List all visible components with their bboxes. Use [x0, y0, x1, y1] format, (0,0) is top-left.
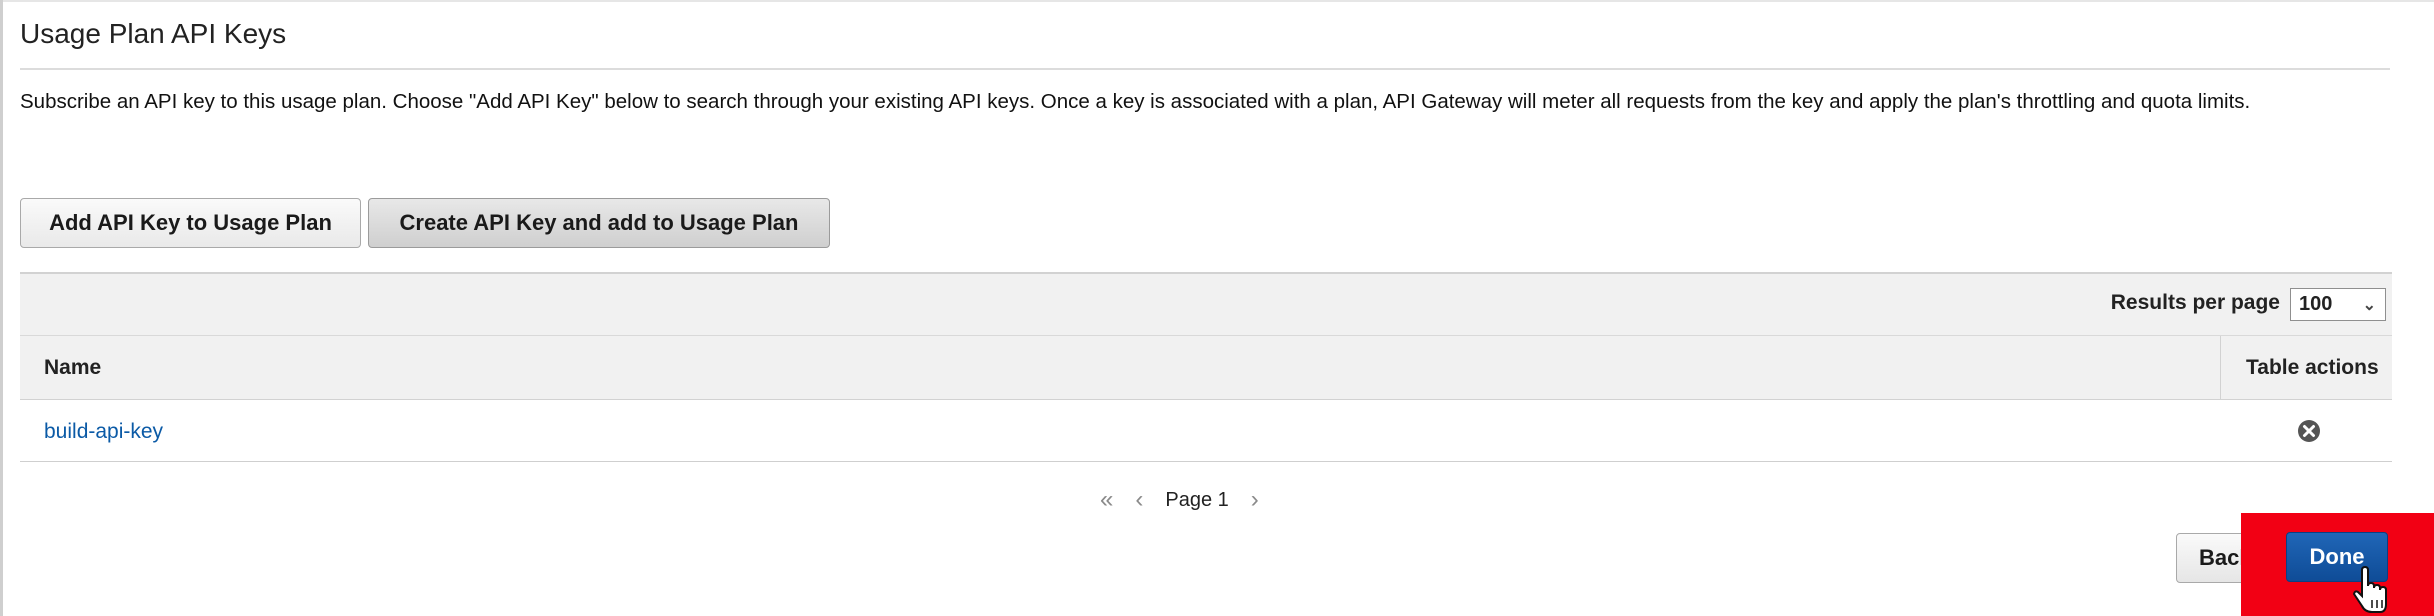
column-divider — [2220, 336, 2221, 400]
add-api-key-button[interactable]: Add API Key to Usage Plan — [20, 198, 361, 248]
table-row: build-api-key — [20, 400, 2392, 462]
left-border — [0, 0, 3, 616]
page-indicator: Page 1 — [1165, 488, 1229, 511]
column-header-name[interactable]: Name — [44, 356, 101, 380]
hand-cursor-icon — [2352, 566, 2387, 613]
next-page-icon[interactable]: › — [1251, 486, 1259, 514]
pagination: « ‹ Page 1 › — [1100, 482, 1259, 518]
previous-page-icon[interactable]: ‹ — [1135, 486, 1143, 514]
section-title: Usage Plan API Keys — [20, 18, 287, 49]
api-keys-table: Results per page 100 ⌄ Name Table action… — [20, 272, 2392, 462]
chevron-down-icon: ⌄ — [2362, 297, 2376, 314]
table-header: Name Table actions — [20, 336, 2392, 400]
results-per-page-value: 100 — [2299, 293, 2333, 315]
create-api-key-button[interactable]: Create API Key and add to Usage Plan — [368, 198, 830, 248]
table-toolbar: Results per page 100 ⌄ — [20, 272, 2392, 336]
api-key-link[interactable]: build-api-key — [44, 420, 163, 444]
title-divider — [20, 68, 2390, 70]
remove-circle-icon[interactable] — [2296, 418, 2322, 444]
section-description: Subscribe an API key to this usage plan.… — [20, 90, 2251, 113]
top-border — [0, 0, 2434, 2]
results-per-page-select[interactable]: 100 ⌄ — [2290, 288, 2386, 321]
first-page-icon[interactable]: « — [1100, 486, 1113, 514]
results-per-page-label: Results per page — [2110, 291, 2280, 314]
column-header-actions: Table actions — [2246, 356, 2379, 379]
